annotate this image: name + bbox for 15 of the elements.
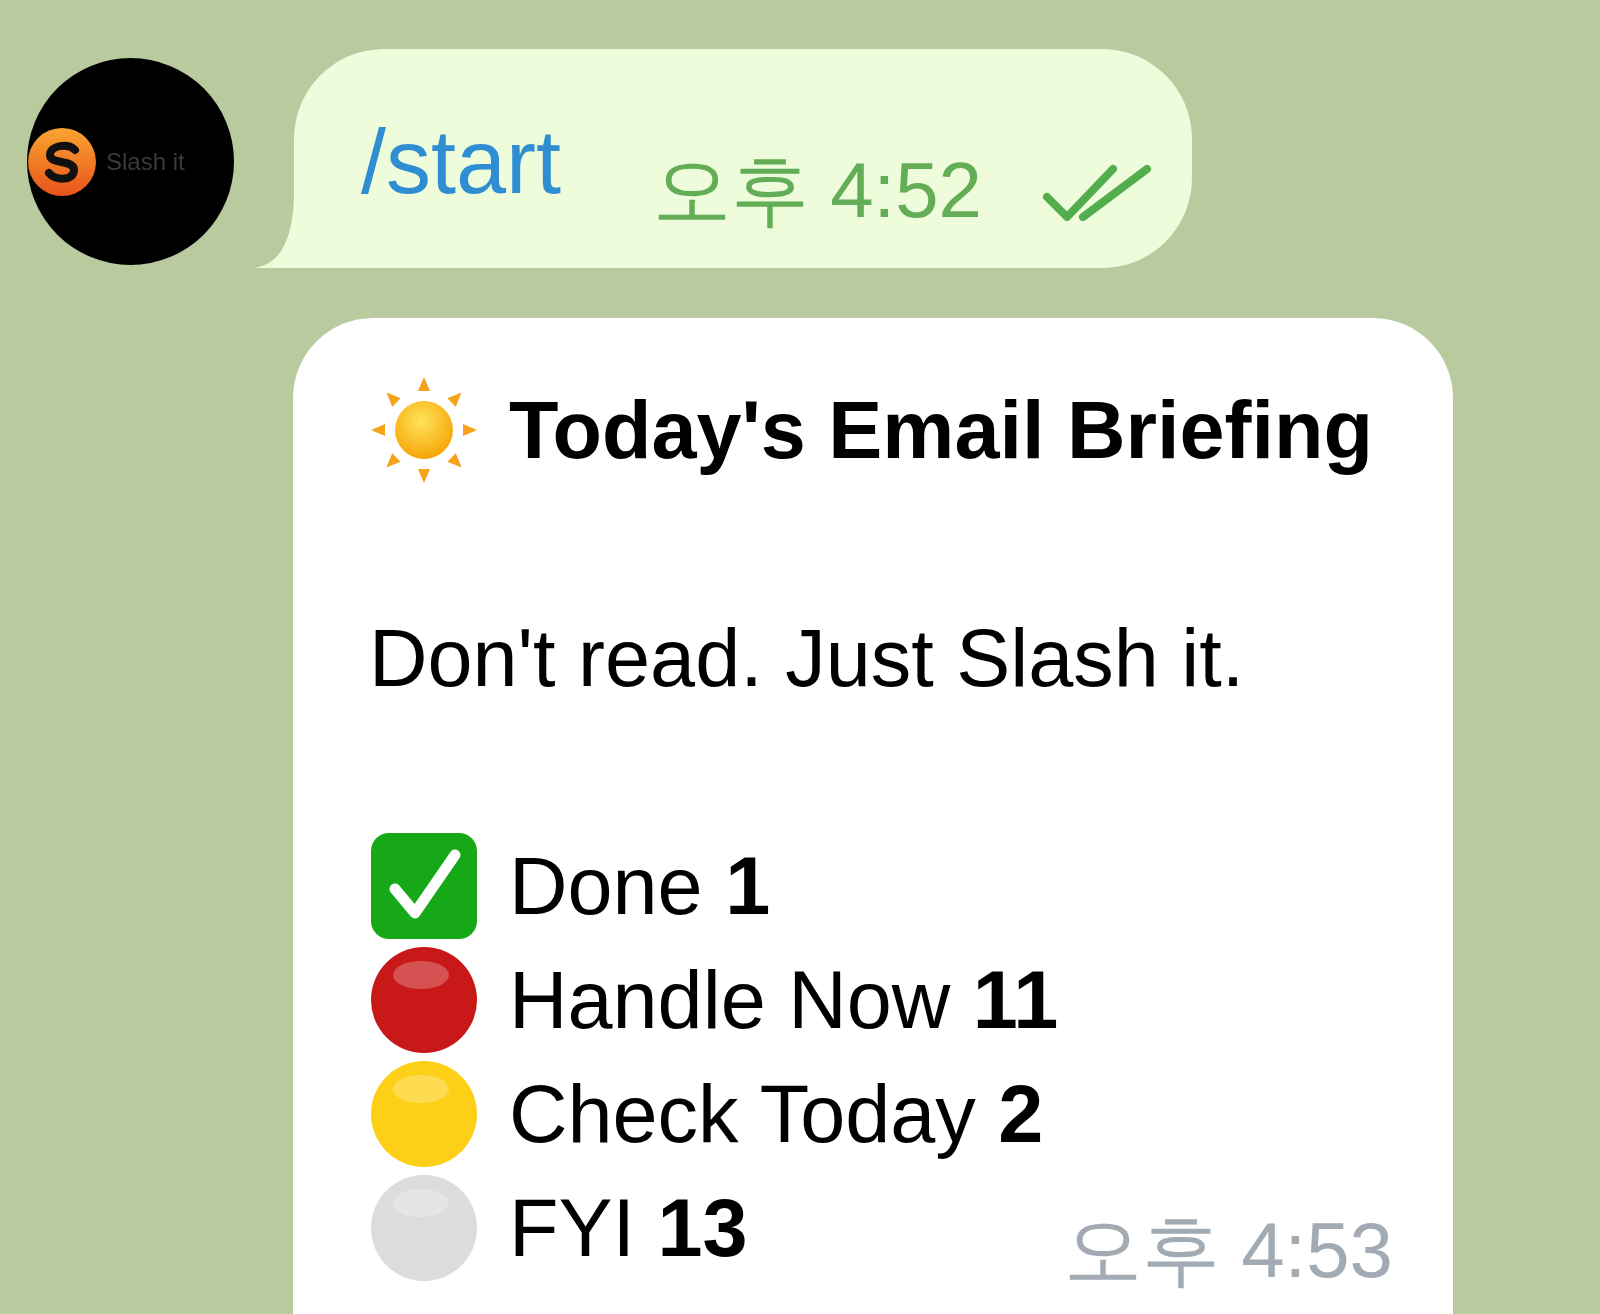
logo-icon: [28, 127, 96, 196]
avatar-label: Slash it: [106, 149, 185, 174]
category-count: Done 1: [509, 845, 771, 927]
status-dot-icon: [369, 1059, 479, 1169]
message-time: 오후 4:52: [652, 150, 982, 229]
command-link[interactable]: /start: [361, 116, 562, 207]
avatar[interactable]: Slash it: [27, 58, 234, 265]
message-time: 오후 4:53: [1063, 1211, 1393, 1289]
category-count: FYI 13: [509, 1187, 748, 1269]
checkmark-icon: [369, 831, 479, 941]
message-text: Don't read. Just Slash it.: [369, 617, 1245, 699]
status-dot-icon: [369, 1173, 479, 1283]
sun-icon: [369, 375, 479, 485]
status-dot-icon: [369, 945, 479, 1055]
category-count: Handle Now 11: [509, 959, 1059, 1041]
